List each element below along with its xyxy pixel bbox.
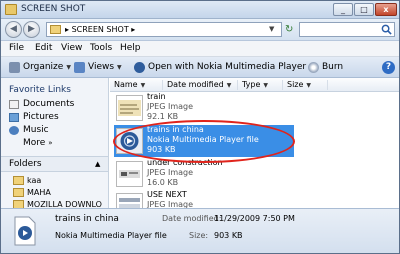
close-button[interactable]: x bbox=[375, 3, 397, 16]
chevron-up-icon: ▲ bbox=[95, 160, 101, 168]
back-button[interactable]: ◀ bbox=[5, 21, 22, 38]
nokia-file-icon bbox=[116, 128, 143, 154]
address-bar[interactable]: ▸ SCREEN SHOT ▸ ▼ bbox=[46, 22, 282, 37]
folders-header[interactable]: Folders ▲ bbox=[1, 156, 108, 172]
refresh-icon[interactable]: ↻ bbox=[285, 23, 297, 36]
file-name: under constraction bbox=[147, 158, 223, 167]
window-title: SCREEN SHOT bbox=[21, 4, 86, 14]
file-type: JPEG Image bbox=[147, 102, 194, 111]
address-path: ▸ SCREEN SHOT ▸ bbox=[65, 25, 136, 34]
menu-edit[interactable]: Edit bbox=[35, 43, 52, 53]
folder-icon bbox=[5, 4, 17, 15]
fav-pictures[interactable]: Pictures bbox=[9, 112, 59, 122]
column-name[interactable]: Name ▼ bbox=[110, 80, 163, 90]
views-icon bbox=[74, 62, 85, 73]
date-modified-label: Date modified: bbox=[162, 214, 222, 223]
details-pane: trains in china Nokia Multimedia Player … bbox=[1, 208, 399, 253]
size-value: 903 KB bbox=[214, 231, 243, 240]
file-size: 903 KB bbox=[147, 145, 176, 154]
column-type[interactable]: Type ▼ bbox=[238, 80, 283, 90]
burn-button[interactable]: Burn bbox=[308, 61, 343, 74]
address-row: ◀ ▶ ▸ SCREEN SHOT ▸ ▼ ↻ bbox=[1, 19, 399, 41]
more-link[interactable]: More » bbox=[23, 138, 52, 148]
chevron-down-icon: ▼ bbox=[66, 64, 71, 71]
column-header-row: Name ▼ Date modified ▼ Type ▼ Size ▼ bbox=[110, 78, 399, 92]
open-with-button[interactable]: Open with Nokia Multimedia Player bbox=[134, 61, 306, 74]
column-date-modified[interactable]: Date modified ▼ bbox=[163, 80, 238, 90]
explorer-window: SCREEN SHOT _ □ x ◀ ▶ ▸ SCREEN SHOT ▸ ▼ … bbox=[0, 0, 400, 254]
title-bar: SCREEN SHOT _ □ x bbox=[1, 1, 399, 19]
command-bar: Organize ▼ Views ▼ Open with Nokia Multi… bbox=[1, 57, 399, 78]
file-name: train bbox=[147, 92, 166, 101]
file-type: Nokia Multimedia Player file bbox=[147, 135, 259, 144]
views-button[interactable]: Views ▼ bbox=[74, 61, 122, 74]
file-item-selected[interactable]: trains in china Nokia Multimedia Player … bbox=[114, 125, 294, 157]
help-icon[interactable]: ? bbox=[382, 61, 395, 74]
details-file-type: Nokia Multimedia Player file bbox=[55, 231, 167, 240]
minimize-button[interactable]: _ bbox=[333, 3, 353, 16]
menu-help[interactable]: Help bbox=[120, 43, 141, 53]
music-icon bbox=[9, 125, 19, 135]
favorite-links-heading: Favorite Links bbox=[9, 85, 71, 95]
file-item[interactable]: train JPEG Image 92.1 KB bbox=[114, 92, 294, 124]
menu-tools[interactable]: Tools bbox=[90, 43, 112, 53]
file-type: JPEG Image bbox=[147, 168, 194, 177]
tree-item-maha[interactable]: MAHA bbox=[13, 188, 51, 197]
column-size[interactable]: Size ▼ bbox=[283, 80, 328, 90]
search-input[interactable] bbox=[299, 22, 395, 37]
folder-icon bbox=[50, 25, 61, 34]
fav-documents[interactable]: Documents bbox=[9, 99, 74, 109]
tree-item-kaa[interactable]: kaa bbox=[13, 176, 41, 185]
menu-view[interactable]: View bbox=[61, 43, 82, 53]
nokia-player-icon bbox=[134, 62, 145, 73]
maximize-button[interactable]: □ bbox=[354, 3, 374, 16]
details-file-name: trains in china bbox=[55, 214, 119, 224]
file-name: trains in china bbox=[147, 125, 204, 134]
size-label: Size: bbox=[189, 231, 209, 240]
organize-icon bbox=[9, 62, 20, 73]
file-list: Name ▼ Date modified ▼ Type ▼ Size ▼ train J… bbox=[110, 78, 399, 219]
folder-icon bbox=[13, 176, 24, 185]
date-modified-value: 11/29/2009 7:50 PM bbox=[214, 214, 295, 223]
file-item[interactable]: under constraction JPEG Image 16.0 KB bbox=[114, 158, 294, 190]
pictures-icon bbox=[9, 112, 19, 122]
disc-icon bbox=[308, 62, 319, 73]
fav-music[interactable]: Music bbox=[9, 125, 49, 135]
nokia-file-icon bbox=[14, 216, 36, 246]
image-thumbnail bbox=[116, 161, 143, 187]
search-icon[interactable] bbox=[381, 24, 392, 35]
menu-file[interactable]: File bbox=[9, 43, 24, 53]
chevron-down-icon: ▼ bbox=[117, 64, 122, 71]
forward-button[interactable]: ▶ bbox=[23, 21, 40, 38]
image-thumbnail bbox=[116, 95, 143, 121]
chevron-down-icon[interactable]: ▼ bbox=[269, 25, 274, 33]
file-size: 92.1 KB bbox=[147, 112, 179, 121]
menu-bar: File Edit View Tools Help bbox=[1, 41, 399, 57]
organize-button[interactable]: Organize ▼ bbox=[9, 61, 71, 74]
file-name: USE NEXT bbox=[147, 190, 187, 199]
folders-label: Folders bbox=[9, 159, 42, 169]
documents-icon bbox=[9, 99, 19, 109]
folder-icon bbox=[13, 188, 24, 197]
navigation-pane: Favorite Links Documents Pictures Music … bbox=[1, 78, 109, 209]
file-size: 16.0 KB bbox=[147, 178, 179, 187]
